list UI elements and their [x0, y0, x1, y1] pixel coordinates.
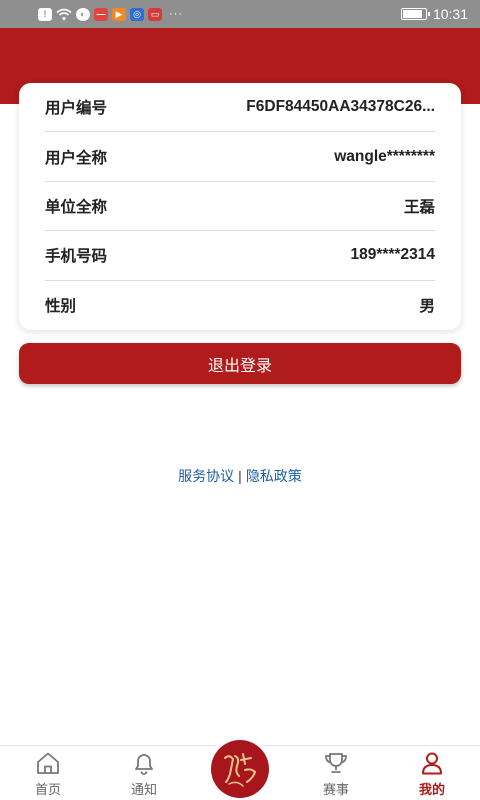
link-separator: | [238, 468, 242, 484]
row-label: 单位全称 [45, 198, 108, 216]
alert-icon: ! [38, 7, 52, 21]
user-icon [422, 752, 442, 775]
app-icon-book: ▭ [148, 7, 162, 21]
status-bar-right: 10:31 [400, 6, 468, 22]
row-value: 男 [419, 298, 435, 316]
profile-card: 用户编号 F6DF84450AA34378C26... 用户全称 wangle*… [19, 83, 461, 330]
status-bar-icons: ! ◐ — ▶ ◎ ▭ ··· [38, 7, 183, 21]
tab-label: 我的 [418, 782, 445, 797]
service-agreement-link[interactable]: 服务协议 [178, 468, 234, 484]
wifi-icon [56, 8, 72, 20]
profile-row-user-id: 用户编号 F6DF84450AA34378C26... [45, 83, 435, 133]
profile-row-phone: 手机号码 189****2314 [45, 231, 435, 281]
calligraphy-logo-icon [211, 740, 269, 798]
status-bar: ! ◐ — ▶ ◎ ▭ ··· 10:31 [0, 0, 480, 28]
row-value: 王磊 [403, 198, 435, 216]
app-icon-blue: ◎ [130, 7, 144, 21]
clock: 10:31 [432, 6, 468, 22]
row-label: 性别 [45, 298, 77, 316]
profile-row-user-fullname: 用户全称 wangle******** [45, 132, 435, 182]
battery-icon [400, 8, 430, 20]
calligraphy-strokes-icon [224, 753, 257, 787]
row-label: 用户编号 [45, 100, 108, 118]
home-icon [37, 752, 59, 774]
privacy-policy-link[interactable]: 隐私政策 [246, 468, 302, 484]
tab-label: 首页 [34, 782, 61, 797]
tab-label: 通知 [130, 782, 157, 797]
row-value: F6DF84450AA34378C26... [246, 98, 435, 116]
profile-row-gender: 性别 男 [45, 281, 435, 330]
tab-home[interactable]: 首页 [18, 750, 78, 798]
row-value: 189****2314 [350, 246, 435, 264]
bell-icon [135, 754, 153, 775]
profile-row-organization: 单位全称 王磊 [45, 182, 435, 232]
app-icon-red: — [94, 7, 108, 21]
row-value: wangle******** [334, 147, 435, 165]
row-label: 用户全称 [45, 149, 108, 167]
agreement-links: 服务协议 | 隐私政策 [0, 466, 480, 486]
center-logo-button[interactable] [207, 736, 273, 800]
more-notifications: ··· [169, 7, 183, 20]
trophy-icon [325, 753, 347, 773]
vpn-icon: ◐ [76, 7, 90, 21]
tab-mine[interactable]: 我的 [402, 750, 462, 798]
row-label: 手机号码 [45, 248, 108, 266]
app-icon-orange: ▶ [112, 7, 126, 21]
tab-label: 赛事 [322, 782, 349, 797]
tab-events[interactable]: 赛事 [306, 750, 366, 798]
logout-button[interactable]: 退出登录 [19, 343, 461, 384]
tab-notifications[interactable]: 通知 [114, 750, 174, 798]
